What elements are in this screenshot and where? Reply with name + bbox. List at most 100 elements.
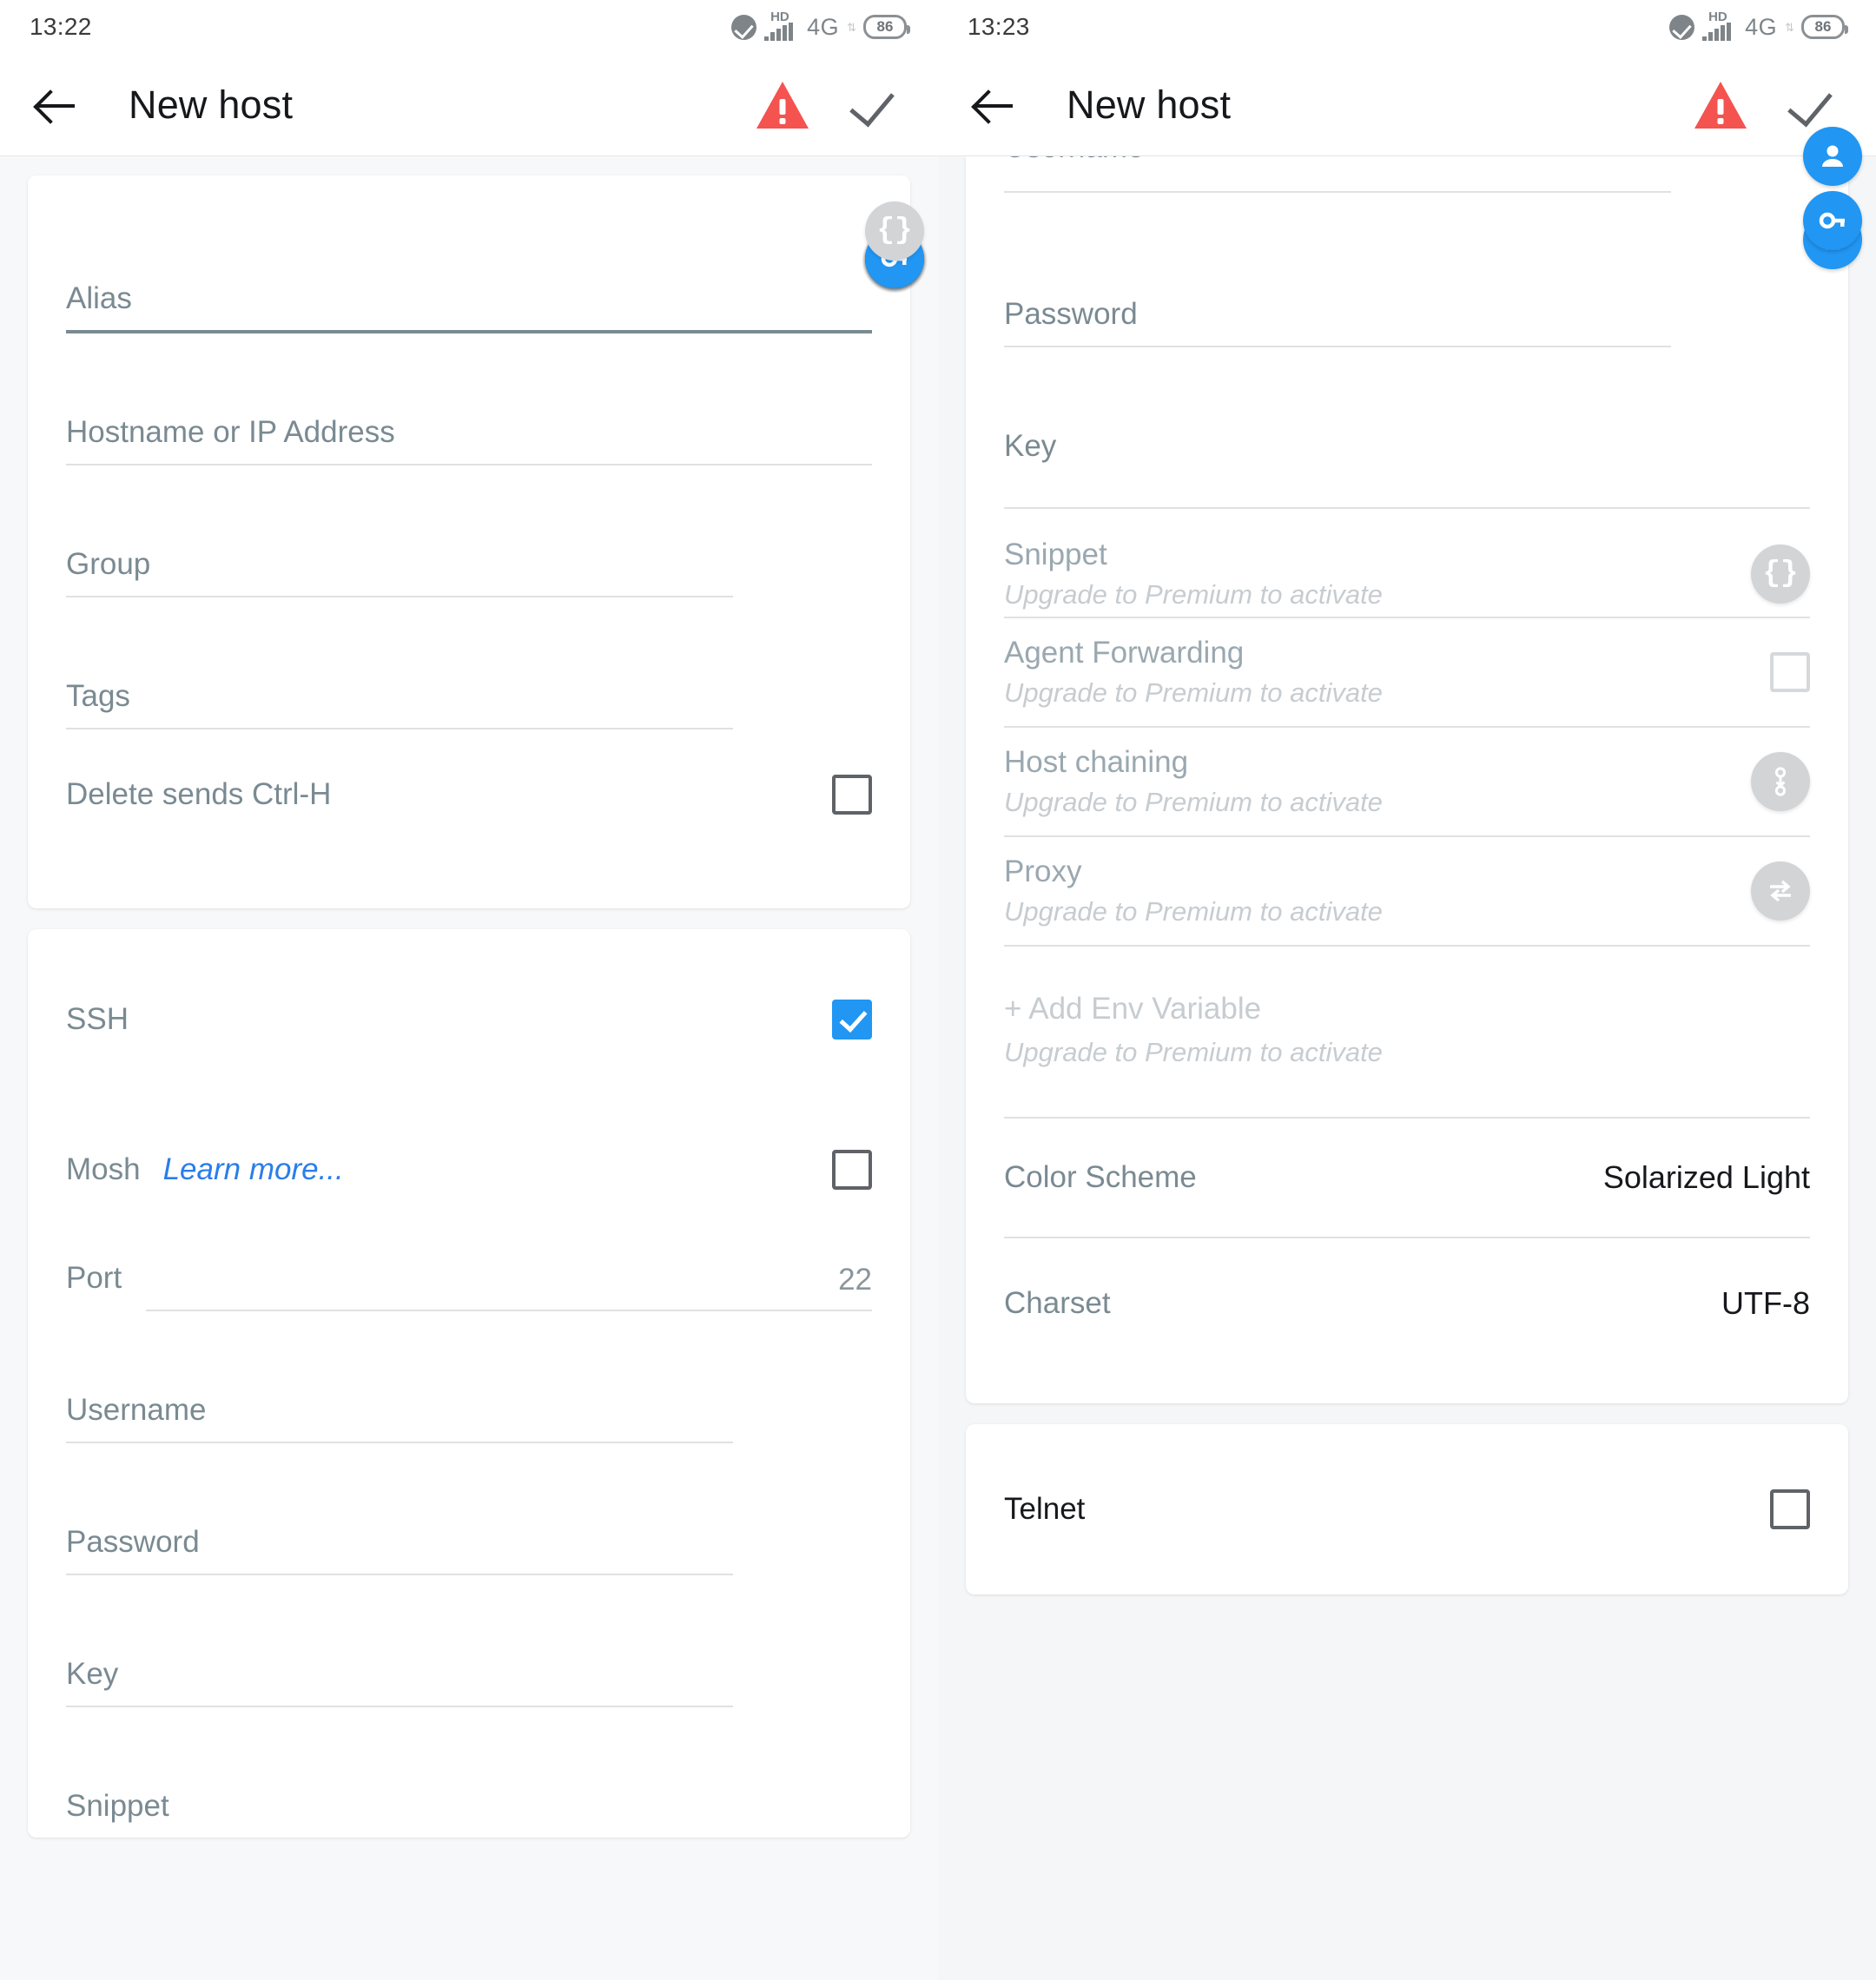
swap-arrows-icon[interactable] — [1751, 861, 1810, 921]
right-screen: 13:23 HD 4G ⇅ 86 New host Password Key S… — [938, 0, 1876, 1980]
status-icons: HD 4G ⇅ 86 — [731, 10, 910, 41]
status-bar-right: 13:23 HD 4G ⇅ 86 — [938, 0, 1876, 54]
tags-field-row[interactable]: Tags — [66, 229, 924, 729]
snippet-label: Snippet — [1004, 538, 1107, 572]
port-value: 22 — [838, 1263, 872, 1297]
delete-ctrl-h-checkbox[interactable] — [832, 775, 872, 815]
network-type-label: 4G — [1745, 13, 1778, 40]
ssh-checkbox[interactable] — [832, 1000, 872, 1040]
proxy-row[interactable]: Proxy Upgrade to Premium to activate — [1004, 837, 1810, 945]
mosh-checkbox[interactable] — [832, 1150, 872, 1190]
signal-hd-icon: HD — [1702, 10, 1737, 41]
key-field-row[interactable]: Key — [1004, 191, 1862, 509]
hostname-field-row[interactable]: Hostname or IP Address — [66, 358, 872, 465]
add-env-variable-sub: Upgrade to Premium to activate — [1004, 1037, 1383, 1068]
ssh-row[interactable]: SSH — [66, 967, 872, 1072]
status-icons: HD 4G ⇅ 86 — [1669, 10, 1848, 41]
key-placeholder: Key — [66, 1657, 119, 1691]
telnet-label: Telnet — [1004, 1491, 1086, 1526]
username-field-row[interactable]: Username — [1004, 127, 1862, 215]
color-scheme-value: Solarized Light — [1602, 1159, 1810, 1195]
color-scheme-label: Color Scheme — [1004, 1159, 1197, 1194]
data-transfer-icon: ⇅ — [1785, 20, 1794, 34]
proxy-sub: Upgrade to Premium to activate — [1004, 895, 1383, 927]
group-field-row[interactable]: Group — [66, 229, 924, 597]
delete-ctrl-h-row[interactable]: Delete sends Ctrl-H — [66, 729, 872, 860]
username-placeholder: Username — [66, 1393, 207, 1427]
app-bar-right: New host — [938, 54, 1876, 156]
telnet-row[interactable]: Telnet — [1004, 1424, 1810, 1594]
dual-screenshot: 13:22 HD 4G ⇅ 86 New host Alias Hostname… — [0, 0, 1876, 1980]
left-screen: 13:22 HD 4G ⇅ 86 New host Alias Hostname… — [0, 0, 938, 1980]
host-basics-card: Alias Hostname or IP Address Group Tags … — [28, 175, 924, 908]
alias-field-row[interactable]: Alias — [66, 224, 872, 333]
page-title: New host — [1067, 82, 1232, 127]
add-env-variable-row[interactable]: + Add Env Variable Upgrade to Premium to… — [1004, 947, 1810, 1117]
status-time: 13:22 — [30, 13, 92, 40]
braces-glyph-left: {} — [876, 214, 913, 248]
left-scroll-area[interactable]: Alias Hostname or IP Address Group Tags … — [0, 175, 938, 1980]
add-env-variable-label: + Add Env Variable — [1004, 992, 1262, 1026]
signal-bars-icon — [1702, 23, 1731, 41]
warning-triangle-icon[interactable] — [1694, 80, 1747, 130]
group-placeholder: Group — [66, 547, 151, 581]
data-transfer-icon: ⇅ — [847, 20, 856, 34]
battery-icon: 86 — [863, 15, 910, 39]
network-type-label: 4G — [807, 13, 840, 40]
alias-placeholder: Alias — [66, 281, 132, 315]
protocol-card: SSH Mosh Learn more... Port 22 Username … — [28, 201, 924, 1838]
key-field-row[interactable]: Key — [66, 229, 924, 1707]
signal-hd-icon: HD — [764, 10, 799, 41]
tags-placeholder: Tags — [66, 679, 130, 713]
key-icon[interactable] — [1803, 191, 1862, 250]
status-time: 13:23 — [968, 13, 1030, 40]
battery-icon: 86 — [1801, 15, 1848, 39]
mosh-label: Mosh — [66, 1152, 141, 1186]
agent-forwarding-checkbox[interactable] — [1770, 652, 1810, 692]
color-scheme-row[interactable]: Color Scheme Solarized Light — [1004, 1119, 1810, 1237]
delete-ctrl-h-label: Delete sends Ctrl-H — [66, 776, 332, 811]
signal-bars-icon — [764, 23, 793, 41]
braces-icon-left[interactable]: {} — [865, 201, 924, 261]
key-placeholder: Key — [1004, 429, 1057, 463]
password-field-row[interactable]: Password — [1004, 210, 1862, 347]
password-placeholder: Password — [66, 1525, 200, 1559]
username-field-row[interactable]: Username — [66, 229, 924, 1443]
port-field-row[interactable]: Port 22 — [66, 1218, 872, 1311]
username-underline — [1004, 191, 1671, 193]
braces-icon[interactable]: {} — [1751, 544, 1810, 604]
braces-glyph: {} — [1762, 558, 1799, 591]
right-scroll-area[interactable]: Username — [938, 127, 1876, 1980]
confirm-check-icon[interactable] — [851, 80, 903, 130]
agent-forwarding-sub: Upgrade to Premium to activate — [1004, 676, 1383, 708]
back-arrow-icon[interactable] — [30, 78, 83, 132]
telnet-checkbox[interactable] — [1770, 1489, 1810, 1529]
snippet-sub: Upgrade to Premium to activate — [1004, 578, 1383, 610]
telnet-card: Telnet — [966, 1424, 1848, 1594]
charset-row[interactable]: Charset UTF-8 — [1004, 1238, 1810, 1369]
warning-triangle-icon[interactable] — [756, 80, 809, 130]
username-placeholder: Username — [1004, 156, 1671, 179]
charset-label: Charset — [1004, 1285, 1111, 1320]
check-circle-icon — [1669, 14, 1695, 40]
page-title: New host — [129, 82, 294, 127]
person-icon[interactable] — [1803, 127, 1862, 186]
host-chaining-label: Host chaining — [1004, 745, 1189, 780]
status-bar-left: 13:22 HD 4G ⇅ 86 — [0, 0, 938, 54]
check-circle-icon — [731, 14, 757, 40]
back-arrow-icon[interactable] — [968, 78, 1021, 132]
hostname-placeholder: Hostname or IP Address — [66, 415, 395, 449]
chain-down-icon[interactable] — [1751, 752, 1810, 811]
mosh-learn-more-link[interactable]: Learn more... — [163, 1152, 344, 1187]
host-chaining-row[interactable]: Host chaining Upgrade to Premium to acti… — [1004, 728, 1810, 835]
hd-label: HD — [770, 10, 789, 24]
agent-forwarding-row[interactable]: Agent Forwarding Upgrade to Premium to a… — [1004, 618, 1810, 726]
snippet-field-row-left[interactable]: Snippet {} — [66, 201, 924, 1838]
app-bar-left: New host — [0, 54, 938, 156]
host-chaining-sub: Upgrade to Premium to activate — [1004, 786, 1383, 817]
snippet-row[interactable]: Snippet Upgrade to Premium to activate {… — [1004, 509, 1810, 617]
snippet-label-left: Snippet — [66, 1789, 169, 1823]
confirm-check-icon[interactable] — [1789, 80, 1841, 130]
mosh-row[interactable]: Mosh Learn more... — [66, 1122, 872, 1218]
password-field-row[interactable]: Password — [66, 229, 924, 1575]
